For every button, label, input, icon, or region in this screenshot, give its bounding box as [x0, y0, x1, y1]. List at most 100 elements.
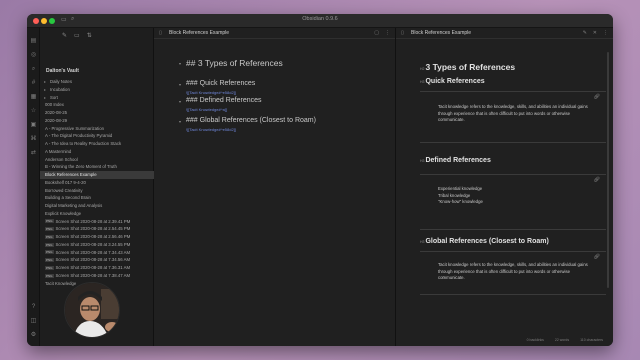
file-item-label: Digital Marketing and Analysis: [45, 203, 103, 208]
file-item[interactable]: PNG Screen Shot 2020-08-28 at 7.34.43 AM: [40, 249, 154, 257]
star-icon[interactable]: ☆: [30, 108, 37, 115]
file-item[interactable]: PNG Screen Shot 2020-08-28 at 2.39.41 PM: [40, 218, 154, 226]
embedded-block-global[interactable]: 🔗︎ Tacit knowledge refers to the knowled…: [420, 251, 606, 295]
graph-icon[interactable]: ◎: [30, 52, 37, 59]
file-item[interactable]: Bookshelf 017 9-4-20: [40, 179, 154, 187]
preview-h3-defined: H3Defined References: [420, 157, 606, 164]
folder-item[interactable]: ▸ Daily Notes: [40, 78, 154, 86]
link-icon[interactable]: 🔗︎: [594, 177, 600, 183]
file-type-badge: PNG: [45, 265, 54, 270]
random-note-icon[interactable]: ⇄: [30, 150, 37, 157]
preview-h3-global-text: Global References (Closest to Roam): [425, 238, 549, 245]
file-item-label: Screen Shot 2020-08-28 at 7.34.56 AM: [55, 257, 131, 263]
backlinks-count[interactable]: 0 backlinks: [527, 338, 544, 342]
settings-icon[interactable]: ⚙: [30, 332, 37, 339]
editor-content[interactable]: ▾ ## 3 Types of References ▾ ### Quick R…: [179, 58, 389, 137]
preview-h2: H23 Types of References: [420, 62, 606, 72]
document-icon: ▯: [159, 30, 162, 36]
block-ref-link-defined[interactable]: ![[Tacit Knowledge#^a]]: [186, 107, 389, 112]
file-item[interactable]: B - Winning the Zero Moment of Truth: [40, 163, 154, 171]
ribbon: ▤ ◎ ⌕ # ▦ ☆ ▣ ⌘ ⇄ ? ◫ ⚙: [27, 28, 40, 346]
sort-icon[interactable]: ⇅: [87, 32, 92, 39]
more-options-icon[interactable]: ⋮: [385, 30, 390, 36]
link-icon[interactable]: 🔗︎: [594, 94, 600, 100]
file-item[interactable]: PNG Screen Shot 2020-08-28 at 7.38.47 AM: [40, 272, 154, 280]
file-item-label: 2020-08-29: [45, 117, 67, 123]
new-folder-icon[interactable]: ▭: [74, 32, 80, 39]
edit-icon[interactable]: ✎: [583, 30, 587, 36]
file-item[interactable]: A - Progressive Summarization: [40, 125, 154, 133]
preview-toggle-icon[interactable]: ▢: [374, 30, 379, 36]
document-icon: ▯: [401, 30, 404, 36]
template-icon[interactable]: ▣: [30, 122, 37, 129]
file-item-label: Incubation: [50, 86, 70, 92]
file-item-label: Screen Shot 2020-08-28 at 3.24.55 PM: [55, 241, 131, 247]
fold-arrow-icon[interactable]: ▾: [179, 99, 181, 104]
file-item[interactable]: 2020-08-25: [40, 109, 154, 117]
file-item[interactable]: PNG Screen Shot 2020-08-28 at 7.36.31 AM: [40, 264, 154, 272]
markdown-h3-quick: ### Quick References: [186, 80, 256, 87]
markdown-h3-global: ### Global References (Closest to Roam): [186, 117, 316, 124]
file-item-label: Screen Shot 2020-08-28 at 2.39.41 PM: [55, 218, 131, 224]
vault-name[interactable]: Dalton's Vault: [46, 68, 79, 74]
file-item[interactable]: PNG Screen Shot 2020-08-28 at 7.34.56 AM: [40, 256, 154, 264]
preview-h2-text: 3 Types of References: [425, 62, 516, 72]
embedded-text-global: Tacit knowledge refers to the knowledge,…: [438, 262, 588, 280]
vault-icon[interactable]: ◫: [30, 318, 37, 325]
file-item[interactable]: 2020-08-29: [40, 117, 154, 125]
tag-icon[interactable]: #: [30, 80, 37, 87]
file-item[interactable]: 000 Index: [40, 101, 154, 109]
command-icon[interactable]: ⌘: [30, 136, 37, 143]
file-item-label: Screen Shot 2020-08-28 at 2.56.46 PM: [55, 234, 131, 239]
preview-h3-quick: H3Quick References: [420, 78, 606, 85]
scrollbar[interactable]: [607, 52, 609, 288]
file-item-label: Anderson School: [45, 156, 78, 162]
file-item[interactable]: PNG Screen Shot 2020-08-28 at 2.56.46 PM: [40, 233, 154, 241]
file-item[interactable]: Building a Second Brain: [40, 194, 154, 202]
markdown-h2: ## 3 Types of References: [186, 58, 283, 68]
file-item-label: Bookshelf 017 9-4-20: [45, 179, 86, 185]
preview-content: H23 Types of References H3Quick Referenc…: [420, 62, 606, 295]
preview-pane-header: ▯ Block References Example ✎ ✕ ⋮: [396, 28, 613, 39]
folder-item[interactable]: ▸ Sort: [40, 94, 154, 102]
webcam-overlay: [64, 282, 120, 338]
block-ref-link-quick[interactable]: ![[Tacit Knowledge#^e58d2]]: [186, 90, 389, 95]
markdown-h3-defined: ### Defined References: [186, 97, 262, 104]
file-type-badge: PNG: [45, 227, 54, 232]
file-item[interactable]: A - The Idea to Reality Production Stack: [40, 140, 154, 148]
fold-arrow-icon[interactable]: ▾: [179, 119, 181, 124]
file-item[interactable]: A - The Digital Productivity Pyramid: [40, 132, 154, 140]
new-note-icon[interactable]: ✎: [62, 32, 67, 39]
file-item[interactable]: Digital Marketing and Analysis: [40, 202, 154, 210]
file-item[interactable]: PNG Screen Shot 2020-08-28 at 2.54.45 PM: [40, 225, 154, 233]
file-item-label: Explicit Knowledge: [45, 210, 82, 216]
word-count: 22 words: [554, 338, 570, 342]
heading-level-tag: H3: [420, 159, 425, 163]
file-item[interactable]: Anderson School: [40, 156, 154, 164]
calendar-icon[interactable]: ▦: [30, 94, 37, 101]
file-item[interactable]: PNG Screen Shot 2020-08-28 at 3.24.55 PM: [40, 241, 154, 249]
file-explorer-icon[interactable]: ▤: [30, 38, 37, 45]
fold-arrow-icon[interactable]: ▾: [179, 82, 181, 87]
file-item-label: Borrowed Creativity: [45, 187, 83, 193]
file-item-label: A Mastermind: [45, 148, 72, 154]
folder-item[interactable]: ▸ Incubation: [40, 86, 154, 94]
more-options-icon[interactable]: ⋮: [603, 30, 608, 36]
mouse-cursor-icon: ◌: [442, 275, 445, 281]
file-item[interactable]: Borrowed Creativity: [40, 187, 154, 195]
file-item[interactable]: Block References Example: [40, 171, 154, 179]
embedded-block-quick[interactable]: 🔗︎ Tacit knowledge refers to the knowled…: [420, 91, 606, 143]
link-icon[interactable]: 🔗︎: [594, 254, 600, 260]
file-item[interactable]: A Mastermind: [40, 148, 154, 156]
fold-arrow-icon[interactable]: ▾: [179, 61, 181, 66]
search-icon[interactable]: ⌕: [30, 66, 37, 73]
file-item[interactable]: Explicit Knowledge: [40, 210, 154, 218]
file-item-label: Screen Shot 2020-08-28 at 7.34.43 AM: [55, 249, 131, 255]
heading-level-tag: H3: [420, 240, 425, 244]
file-item-label: Building a Second Brain: [45, 195, 91, 201]
block-ref-link-global[interactable]: ![[Tacit Knowledge#^e58d2]]: [186, 127, 389, 132]
help-icon[interactable]: ?: [30, 304, 37, 311]
embedded-block-defined[interactable]: 🔗︎ Experiential knowledge Tribal knowled…: [420, 174, 606, 230]
file-list: ▸ Daily Notes ▸ Incubation ▸ Sort 000 Index 202…: [40, 78, 154, 287]
close-icon[interactable]: ✕: [593, 30, 597, 36]
